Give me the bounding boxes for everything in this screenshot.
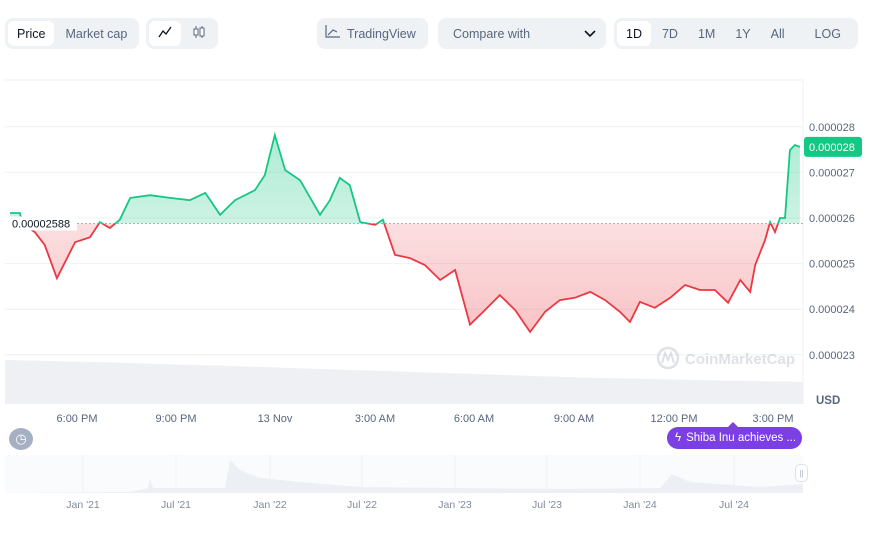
x-tick-label: 13 Nov [258, 413, 293, 425]
navigator-tick-label: Jan '21 [66, 499, 100, 511]
clock-history-icon: ◷ [15, 431, 27, 446]
x-tick-label: 6:00 PM [57, 413, 98, 425]
x-tick-label: 9:00 AM [554, 413, 594, 425]
history-button[interactable]: ◷ [9, 428, 33, 450]
x-tick-label: 3:00 AM [355, 413, 395, 425]
navigator-tick-label: Jan '22 [253, 499, 287, 511]
navigator-tick-label: Jan '24 [623, 499, 657, 511]
watermark-text: CoinMarketCap [685, 351, 795, 368]
navigator-tick-label: Jul '23 [532, 499, 562, 511]
y-axis: 0.000028 0.000027 0.000026 0.000025 0.000024… [809, 122, 855, 362]
news-badge-text: Shiba Inu achieves ... [686, 432, 797, 444]
y-tick-label: 0.000023 [809, 350, 855, 362]
navigator-handle[interactable]: || [795, 464, 808, 482]
x-tick-label: 12:00 PM [650, 413, 697, 425]
x-tick-label: 6:00 AM [454, 413, 494, 425]
x-tick-label: 3:00 PM [753, 413, 794, 425]
currency-label: USD [816, 395, 840, 407]
news-badge[interactable]: ϟ Shiba Inu achieves ... [667, 422, 802, 449]
navigator-tick-label: Jul '24 [719, 499, 749, 511]
lightning-icon: ϟ [675, 432, 682, 444]
y-tick-label: 0.000028 [809, 122, 855, 134]
navigator-tick-label: Jan '23 [438, 499, 472, 511]
y-tick-label: 0.000024 [809, 304, 855, 316]
y-tick-label: 0.000027 [809, 167, 855, 179]
y-tick-label: 0.000025 [809, 259, 855, 271]
navigator-tick-label: Jul '21 [161, 499, 191, 511]
navigator[interactable]: Jan '21 Jul '21 Jan '22 Jul '22 Jan '23 Jul '… [5, 455, 803, 511]
x-axis: 6:00 PM 9:00 PM 13 Nov 3:00 AM 6:00 AM 9:00 A… [57, 413, 794, 425]
y-tick-label: 0.000026 [809, 213, 855, 225]
volume-area [5, 360, 803, 404]
navigator-tick-label: Jul '22 [347, 499, 377, 511]
coinmarketcap-watermark: CoinMarketCap [656, 346, 795, 370]
current-price-label: 0.000028 [809, 142, 855, 154]
baseline-label: 0.00002588 [12, 218, 70, 230]
price-chart[interactable]: CoinMarketCap 0.00002588 0.0000280.00002… [0, 0, 870, 551]
area-below-baseline [22, 224, 778, 332]
x-tick-label: 9:00 PM [156, 413, 197, 425]
